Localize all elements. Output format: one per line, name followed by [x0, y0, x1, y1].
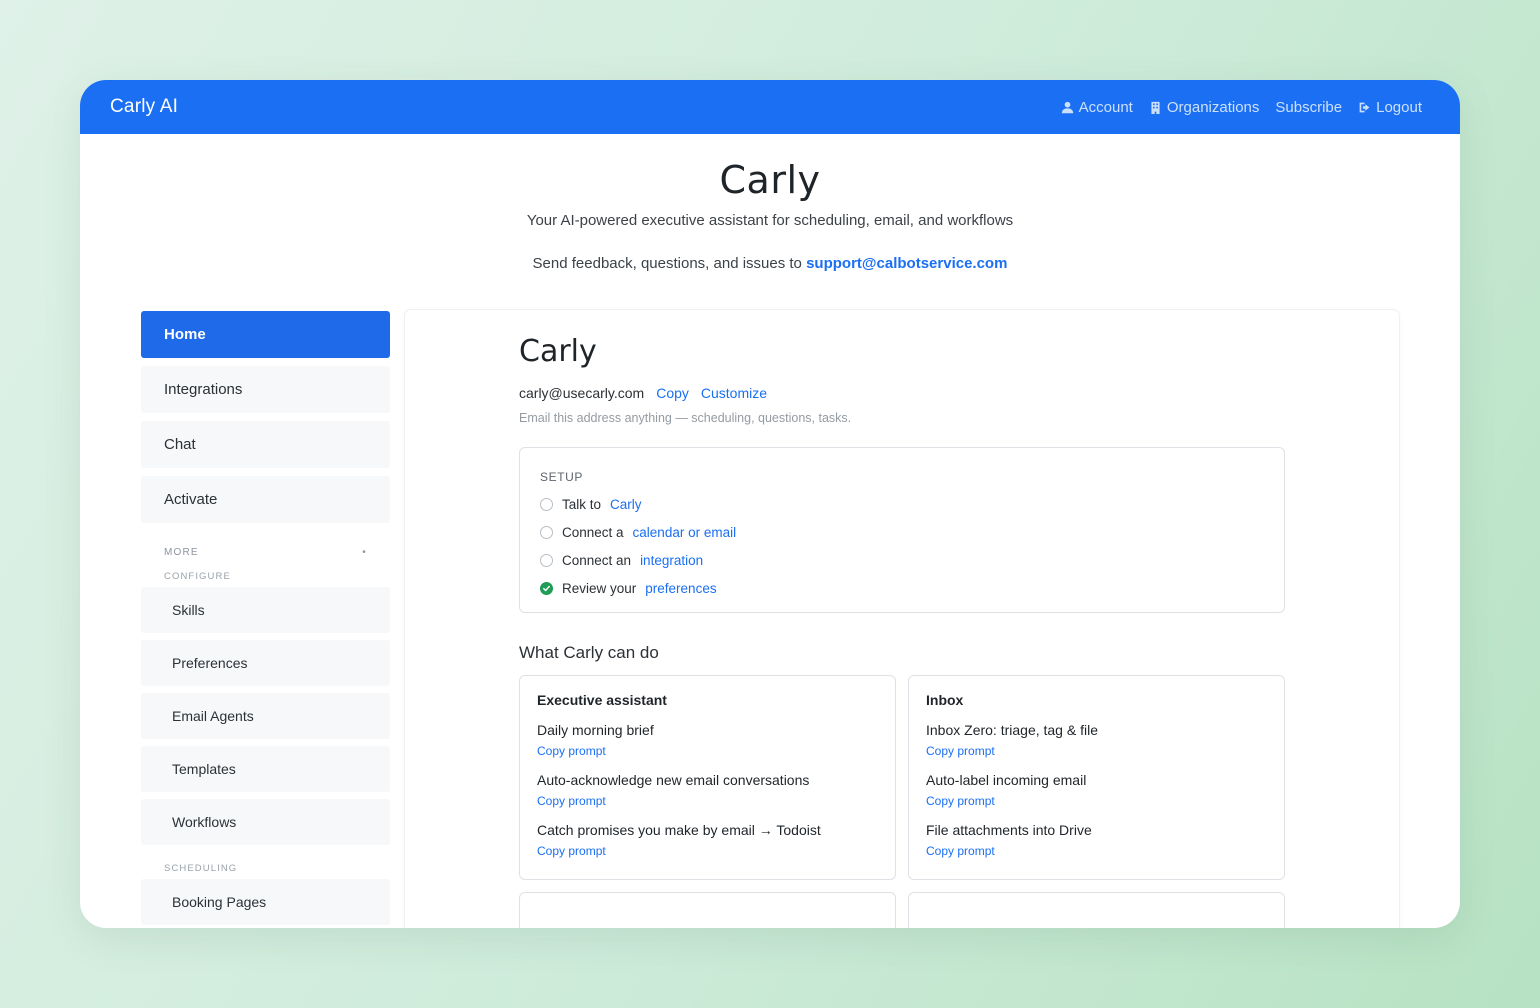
setup-link-carly[interactable]: Carly: [610, 497, 642, 512]
sidebar-configure-heading: CONFIGURE: [164, 571, 231, 582]
sidebar-item-preferences[interactable]: Preferences: [141, 640, 390, 686]
assistant-title: Carly: [519, 334, 597, 369]
capability-card-executive: Executive assistant Daily morning brief …: [519, 675, 896, 880]
nav-logout[interactable]: Logout: [1358, 99, 1422, 116]
capability-item: Daily morning brief Copy prompt: [537, 722, 878, 758]
copy-prompt-button[interactable]: Copy prompt: [926, 794, 1267, 808]
capability-heading: Inbox: [926, 692, 964, 708]
capability-item: Auto-acknowledge new email conversations…: [537, 772, 878, 808]
sidebar-item-email-agents[interactable]: Email Agents: [141, 693, 390, 739]
sidebar-item-integrations[interactable]: Integrations: [141, 366, 390, 413]
nav-organizations[interactable]: Organizations: [1149, 98, 1260, 116]
capability-item: File attachments into Drive Copy prompt: [926, 822, 1267, 858]
copy-prompt-button[interactable]: Copy prompt: [537, 794, 878, 808]
feedback-line: Send feedback, questions, and issues to …: [80, 255, 1460, 272]
capability-item-title: Auto-acknowledge new email conversations: [537, 772, 810, 788]
capabilities-title: What Carly can do: [519, 643, 659, 662]
setup-item-text: Connect a: [562, 525, 624, 540]
setup-item-text: Review your: [562, 581, 637, 596]
copy-email-button[interactable]: Copy: [656, 385, 689, 401]
unchecked-circle-icon: [540, 526, 553, 539]
copy-prompt-button[interactable]: Copy prompt: [926, 744, 1267, 758]
capability-item-title: Daily morning brief: [537, 722, 654, 738]
sidebar-item-templates[interactable]: Templates: [141, 746, 390, 792]
main-card: Carly carly@usecarly.com Copy Customize …: [405, 310, 1399, 928]
sidebar-item-chat[interactable]: Chat: [141, 421, 390, 468]
sidebar-item-skills[interactable]: Skills: [141, 587, 390, 633]
capabilities-grid-row2: [519, 892, 1285, 928]
copy-prompt-button[interactable]: Copy prompt: [926, 844, 1267, 858]
setup-link-calendar[interactable]: calendar or email: [633, 525, 737, 540]
brand-logo[interactable]: Carly AI: [110, 96, 178, 118]
building-icon: [1151, 101, 1160, 114]
capability-item-title: Inbox Zero: triage, tag & file: [926, 722, 1098, 738]
page-subtitle: Your AI-powered executive assistant for …: [526, 212, 1014, 229]
setup-link-preferences[interactable]: preferences: [645, 581, 716, 596]
capabilities-grid: Executive assistant Daily morning brief …: [519, 675, 1285, 880]
nav-subscribe[interactable]: Subscribe: [1275, 99, 1342, 116]
assistant-email-row: carly@usecarly.com Copy Customize: [519, 385, 1285, 401]
navbar: Carly AI Account Organizations Subscribe…: [80, 80, 1460, 134]
capability-card-inbox: Inbox Inbox Zero: triage, tag & file Cop…: [908, 675, 1285, 880]
nav-subscribe-label: Subscribe: [1275, 98, 1343, 116]
capability-item: Auto-label incoming email Copy prompt: [926, 772, 1267, 808]
setup-checklist: SETUP Talk to Carly Connect a calendar o…: [519, 447, 1285, 613]
setup-heading: SETUP: [540, 470, 584, 484]
nav-account[interactable]: Account: [1061, 99, 1133, 116]
setup-link-integration[interactable]: integration: [640, 553, 703, 568]
sidebar-item-home[interactable]: Home: [141, 311, 390, 358]
capability-item: Inbox Zero: triage, tag & file Copy prom…: [926, 722, 1267, 758]
capability-item-title: Catch promises you make by email → Todoi…: [537, 822, 821, 838]
nav-organizations-label: Organizations: [1166, 98, 1260, 116]
email-hint: Email this address anything — scheduling…: [519, 411, 852, 425]
assistant-email: carly@usecarly.com: [519, 385, 645, 401]
capability-item-title: File attachments into Drive: [926, 822, 1092, 838]
sidebar: Home Integrations Chat Activate MORE • C…: [141, 311, 390, 928]
capability-heading: Executive assistant: [537, 692, 667, 708]
capability-card: [519, 892, 896, 928]
sidebar-scheduling-heading: SCHEDULING: [164, 863, 238, 874]
sidebar-item-workflows[interactable]: Workflows: [141, 799, 390, 845]
unchecked-circle-icon: [540, 498, 553, 511]
user-icon: [1061, 101, 1073, 113]
nav-account-label: Account: [1078, 98, 1133, 116]
main-inner: Carly carly@usecarly.com Copy Customize …: [519, 334, 1285, 928]
collapse-dot-icon: •: [362, 546, 367, 558]
setup-item-preferences: Review your preferences: [540, 581, 1264, 596]
setup-item-calendar: Connect a calendar or email: [540, 525, 1264, 540]
check-circle-icon: [540, 582, 553, 595]
capability-item-title: Auto-label incoming email: [926, 772, 1087, 788]
customize-email-button[interactable]: Customize: [701, 385, 767, 401]
app-window: Carly AI Account Organizations Subscribe…: [80, 80, 1460, 928]
sidebar-more-toggle[interactable]: MORE •: [141, 543, 390, 561]
capability-card: [908, 892, 1285, 928]
setup-item-text: Talk to: [562, 497, 602, 512]
nav-links: Account Organizations Subscribe Logout: [1061, 99, 1422, 116]
feedback-text: Send feedback, questions, and issues to: [532, 255, 802, 272]
copy-prompt-button[interactable]: Copy prompt: [537, 744, 878, 758]
sidebar-item-booking-pages[interactable]: Booking Pages: [141, 879, 390, 925]
setup-item-integration: Connect an integration: [540, 553, 1264, 568]
setup-item-text: Connect an: [562, 553, 632, 568]
sidebar-more-heading: MORE: [164, 546, 199, 558]
nav-logout-label: Logout: [1376, 98, 1422, 116]
copy-prompt-button[interactable]: Copy prompt: [537, 844, 878, 858]
hero: Carly Your AI-powered executive assistan…: [80, 134, 1460, 272]
logout-icon: [1359, 102, 1370, 112]
page-title: Carly: [719, 158, 821, 202]
capability-item: Catch promises you make by email → Todoi…: [537, 822, 878, 858]
unchecked-circle-icon: [540, 554, 553, 567]
checkmark-icon: [543, 585, 550, 592]
setup-item-talk: Talk to Carly: [540, 497, 1264, 512]
support-email-link[interactable]: support@calbotservice.com: [806, 255, 1007, 272]
page-content: Carly Your AI-powered executive assistan…: [80, 134, 1460, 928]
sidebar-item-activate[interactable]: Activate: [141, 476, 390, 523]
